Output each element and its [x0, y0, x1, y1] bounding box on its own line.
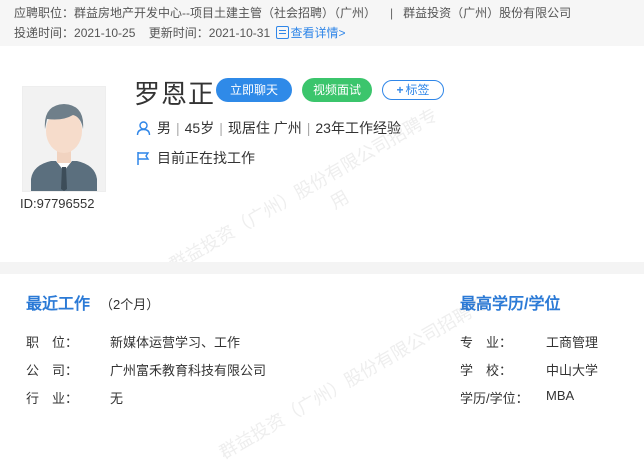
- work-position-label: 职 位：: [26, 335, 79, 350]
- job-search-status: 目前正在找工作: [136, 148, 255, 169]
- divider: |: [306, 120, 311, 136]
- resume-sections: 最近工作 （2个月） 职 位： 新媒体运营学习、工作 公 司： 广州富禾教育科技有…: [0, 262, 644, 463]
- work-experience: 23年工作经验: [315, 120, 401, 136]
- work-company-label: 公 司：: [26, 363, 79, 378]
- gender: 男: [157, 120, 171, 136]
- edu-degree-label: 学历/学位：: [460, 391, 529, 406]
- edu-major-value: 工商管理: [546, 335, 599, 350]
- work-position-value: 新媒体运营学习、工作: [110, 335, 241, 350]
- work-company-value: 广州富禾教育科技有限公司: [110, 363, 267, 378]
- work-industry-label: 行 业：: [26, 391, 79, 406]
- candidate-name: 罗恩正: [134, 79, 216, 109]
- view-detail-label: 查看详情>: [290, 26, 346, 40]
- add-tag-label: 标签: [405, 83, 430, 97]
- edu-school-value: 中山大学: [546, 363, 599, 378]
- status-text: 目前正在找工作: [157, 150, 255, 166]
- edu-degree-value: MBA: [546, 388, 575, 403]
- submit-label: 投递时间：: [14, 26, 75, 40]
- flag-icon: [136, 151, 151, 169]
- recent-work-title: 最近工作 （2个月）: [26, 296, 160, 313]
- video-interview-button[interactable]: 视频面试: [302, 78, 372, 102]
- plus-icon: +: [396, 83, 404, 97]
- update-label: 更新时间：: [148, 26, 209, 40]
- candidate-basic-info: 男 | 45岁 | 现居住 广州 | 23年工作经验: [136, 118, 401, 139]
- detail-doc-icon: [275, 26, 289, 39]
- application-dates-line: 投递时间：2021-10-25 更新时间：2021-10-31 查看详情>: [14, 24, 346, 41]
- view-detail-link[interactable]: 查看详情>: [275, 26, 346, 40]
- application-position-line: 应聘职位：群益房地产开发中心--项目土建主管（社会招聘）（广州） | 群益投资（广州…: [14, 4, 571, 21]
- position-value[interactable]: 群益房地产开发中心--项目土建主管（社会招聘）（广州）: [74, 6, 376, 20]
- submit-date: 2021-10-25: [74, 26, 136, 40]
- avatar-person-icon: [23, 87, 105, 191]
- edu-school-label: 学 校：: [460, 363, 513, 378]
- candidate-profile: ID:97796552 罗恩正 立即聊天 视频面试 + 标签 男 | 45岁 | 现居住 …: [0, 46, 644, 275]
- work-industry-value: 无: [110, 391, 124, 406]
- edu-major-label: 专 业：: [460, 335, 513, 350]
- candidate-id: ID:97796552: [20, 196, 95, 211]
- chat-now-button[interactable]: 立即聊天: [216, 78, 292, 102]
- update-date: 2021-10-31: [208, 26, 271, 40]
- position-label: 应聘职位：: [14, 6, 75, 20]
- application-meta-bar: 应聘职位：群益房地产开发中心--项目土建主管（社会招聘）（广州） | 群益投资（广州…: [0, 0, 644, 46]
- avatar: [22, 86, 106, 192]
- watermark-text-tail: 用: [326, 186, 353, 214]
- add-tag-button[interactable]: + 标签: [382, 80, 444, 100]
- person-icon: [136, 121, 151, 139]
- divider: |: [176, 120, 180, 136]
- age: 45岁: [184, 120, 215, 136]
- divider: |: [219, 120, 223, 136]
- separator: |: [390, 6, 394, 20]
- education-title: 最高学历/学位: [460, 296, 561, 313]
- residence: 现居住 广州: [227, 120, 302, 136]
- recent-work-duration: （2个月）: [100, 297, 160, 312]
- company-name[interactable]: 群益投资（广州）股份有限公司: [403, 6, 571, 20]
